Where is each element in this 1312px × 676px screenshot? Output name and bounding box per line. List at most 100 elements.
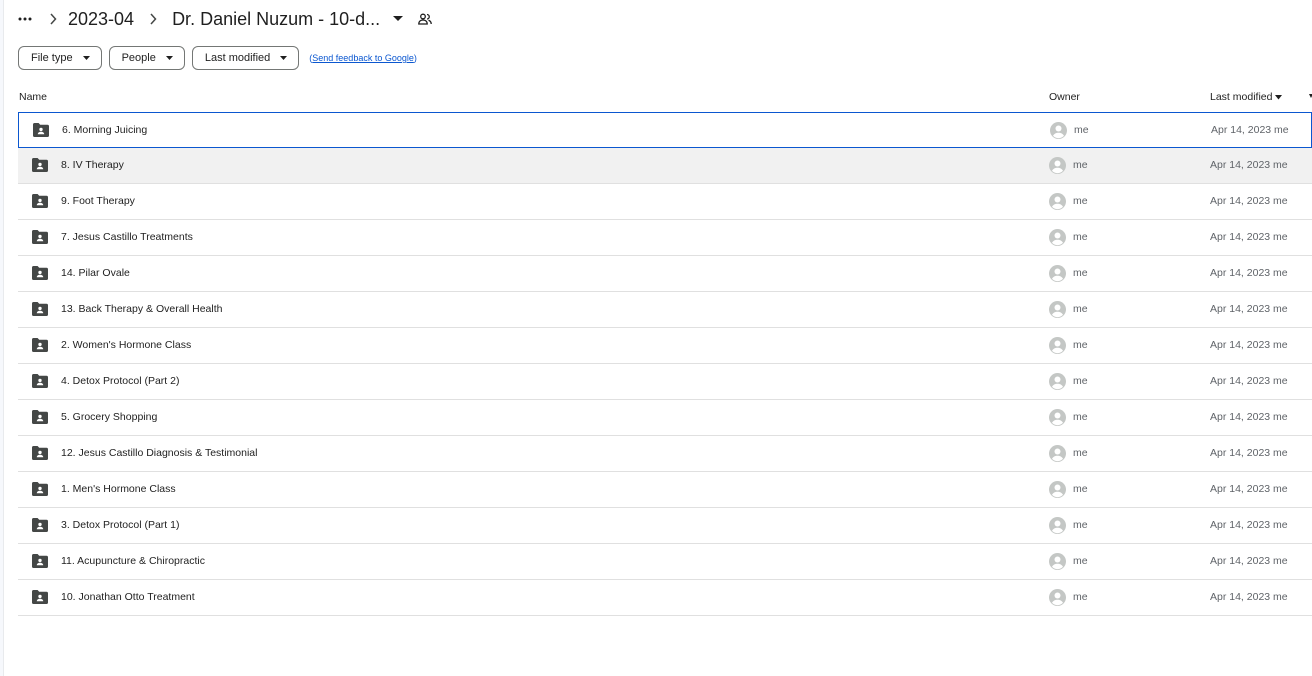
file-name[interactable]: 5. Grocery Shopping <box>61 411 157 423</box>
people-filter[interactable]: People <box>108 46 185 70</box>
table-row[interactable]: 12. Jesus Castillo Diagnosis & Testimoni… <box>18 436 1312 472</box>
file-name[interactable]: 12. Jesus Castillo Diagnosis & Testimoni… <box>61 447 257 459</box>
left-edge-divider <box>0 0 4 676</box>
more-horiz-icon[interactable] <box>16 10 34 28</box>
owner-name: me <box>1074 124 1089 136</box>
file-name[interactable]: 2. Women's Hormone Class <box>61 339 191 351</box>
table-row[interactable]: 7. Jesus Castillo Treatments me Apr 14, 20… <box>18 220 1312 256</box>
arrow-down-icon <box>1275 94 1283 99</box>
table-row[interactable]: 1. Men's Hormone Class me Apr 14, 2023 me <box>18 472 1312 508</box>
breadcrumb-parent[interactable]: 2023-04 <box>68 9 134 30</box>
last-modified-value: Apr 14, 2023 me <box>1210 195 1288 207</box>
people-icon[interactable] <box>416 10 434 28</box>
shared-folder-icon <box>32 374 48 388</box>
owner-name: me <box>1073 591 1088 603</box>
table-row[interactable]: 2. Women's Hormone Class me Apr 14, 2023 m… <box>18 328 1312 364</box>
last-modified-value: Apr 14, 2023 me <box>1210 267 1288 279</box>
table-row[interactable]: 6. Morning Juicing me Apr 14, 2023 me <box>18 112 1312 148</box>
arrow-drop-down-icon[interactable] <box>390 11 406 27</box>
column-header-owner: Owner <box>1049 91 1080 103</box>
file-name[interactable]: 7. Jesus Castillo Treatments <box>61 231 193 243</box>
account-circle-icon <box>1049 265 1066 282</box>
owner-name: me <box>1073 159 1088 171</box>
last-modified-value: Apr 14, 2023 me <box>1210 231 1288 243</box>
file-name[interactable]: 1. Men's Hormone Class <box>61 483 176 495</box>
account-circle-icon <box>1049 373 1066 390</box>
shared-folder-icon <box>32 266 48 280</box>
shared-folder-icon <box>33 123 49 137</box>
owner-name: me <box>1073 519 1088 531</box>
shared-folder-icon <box>32 482 48 496</box>
last-modified-filter[interactable]: Last modified <box>191 46 300 70</box>
owner-name: me <box>1073 555 1088 567</box>
file-name[interactable]: 10. Jonathan Otto Treatment <box>61 591 195 603</box>
shared-folder-icon <box>32 446 48 460</box>
last-modified-value: Apr 14, 2023 me <box>1210 591 1288 603</box>
last-modified-value: Apr 14, 2023 me <box>1210 483 1288 495</box>
account-circle-icon <box>1049 445 1066 462</box>
chevron-right-icon <box>142 10 164 28</box>
file-type-filter-label: File type <box>31 52 73 64</box>
shared-folder-icon <box>32 554 48 568</box>
account-circle-icon <box>1049 553 1066 570</box>
last-modified-value: Apr 14, 2023 me <box>1210 303 1288 315</box>
last-modified-value: Apr 14, 2023 me <box>1210 519 1288 531</box>
table-row[interactable]: 9. Foot Therapy me Apr 14, 2023 me <box>18 184 1312 220</box>
list-header: Name Owner Last modified <box>18 88 1312 108</box>
table-row[interactable]: 5. Grocery Shopping me Apr 14, 2023 me <box>18 400 1312 436</box>
file-name[interactable]: 6. Morning Juicing <box>62 124 147 136</box>
owner-name: me <box>1073 231 1088 243</box>
column-header-name[interactable]: Name <box>19 91 47 103</box>
file-list: 6. Morning Juicing me Apr 14, 2023 me 8. IV… <box>18 112 1312 616</box>
owner-name: me <box>1073 267 1088 279</box>
shared-folder-icon <box>32 230 48 244</box>
shared-folder-icon <box>32 590 48 604</box>
account-circle-icon <box>1049 337 1066 354</box>
last-modified-filter-label: Last modified <box>204 52 271 64</box>
account-circle-icon <box>1049 193 1066 210</box>
feedback-link-wrapper: (Send feedback to Google) <box>309 53 417 63</box>
account-circle-icon <box>1049 481 1066 498</box>
owner-name: me <box>1073 375 1088 387</box>
last-modified-value: Apr 14, 2023 me <box>1210 159 1288 171</box>
owner-name: me <box>1073 195 1088 207</box>
table-row[interactable]: 3. Detox Protocol (Part 1) me Apr 14, 2023… <box>18 508 1312 544</box>
owner-name: me <box>1073 303 1088 315</box>
table-row[interactable]: 13. Back Therapy & Overall Health me Apr 1… <box>18 292 1312 328</box>
account-circle-icon <box>1049 229 1066 246</box>
shared-folder-icon <box>32 302 48 316</box>
account-circle-icon <box>1049 157 1066 174</box>
shared-folder-icon <box>32 338 48 352</box>
arrow-drop-down-icon <box>280 55 288 61</box>
table-row[interactable]: 11. Acupuncture & Chiropractic me Apr 14, … <box>18 544 1312 580</box>
breadcrumb-current-folder[interactable]: Dr. Daniel Nuzum - 10-d... <box>172 9 380 30</box>
account-circle-icon <box>1049 589 1066 606</box>
owner-name: me <box>1073 339 1088 351</box>
file-name[interactable]: 14. Pilar Ovale <box>61 267 130 279</box>
table-row[interactable]: 10. Jonathan Otto Treatment me Apr 14, 202… <box>18 580 1312 616</box>
column-header-last-modified[interactable]: Last modified <box>1210 91 1283 103</box>
file-name[interactable]: 11. Acupuncture & Chiropractic <box>61 555 205 567</box>
last-modified-value: Apr 14, 2023 me <box>1210 447 1288 459</box>
file-type-filter[interactable]: File type <box>18 46 102 70</box>
shared-folder-icon <box>32 410 48 424</box>
file-name[interactable]: 3. Detox Protocol (Part 1) <box>61 519 179 531</box>
arrow-drop-down-icon <box>165 55 174 61</box>
shared-folder-icon <box>32 194 48 208</box>
shared-folder-icon <box>32 518 48 532</box>
account-circle-icon <box>1049 409 1066 426</box>
file-name[interactable]: 8. IV Therapy <box>61 159 124 171</box>
table-row[interactable]: 14. Pilar Ovale me Apr 14, 2023 me <box>18 256 1312 292</box>
last-modified-value: Apr 14, 2023 me <box>1210 555 1288 567</box>
table-row[interactable]: 8. IV Therapy me Apr 14, 2023 me <box>18 148 1312 184</box>
table-row[interactable]: 4. Detox Protocol (Part 2) me Apr 14, 2023… <box>18 364 1312 400</box>
last-modified-value: Apr 14, 2023 me <box>1211 124 1289 136</box>
file-name[interactable]: 9. Foot Therapy <box>61 195 135 207</box>
file-name[interactable]: 13. Back Therapy & Overall Health <box>61 303 222 315</box>
file-name[interactable]: 4. Detox Protocol (Part 2) <box>61 375 179 387</box>
people-filter-label: People <box>121 52 156 64</box>
chevron-right-icon <box>42 10 64 28</box>
account-circle-icon <box>1050 122 1067 139</box>
owner-name: me <box>1073 411 1088 423</box>
send-feedback-link[interactable]: Send feedback to Google <box>312 53 414 63</box>
